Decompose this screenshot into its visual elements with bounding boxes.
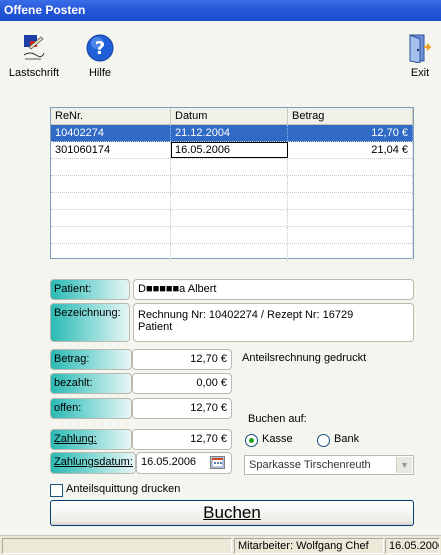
bezeichnung-field[interactable]: Rechnung Nr: 10402274 / Rezept Nr: 16729… [133, 303, 414, 342]
empty-row [51, 176, 413, 193]
chevron-down-icon[interactable]: ▼ [396, 457, 412, 473]
bank-radio[interactable] [317, 434, 330, 447]
bezahlt-field[interactable]: 0,00 € [132, 373, 232, 394]
bezeichnung-line-1: Rechnung Nr: 10402274 / Rezept Nr: 16729 [138, 309, 354, 321]
kasse-radio[interactable] [245, 434, 258, 447]
bank-label: Bank [334, 433, 360, 445]
bezeichnung-label: Bezeichnung: [50, 303, 130, 342]
status-bar: Mitarbeiter: Wolfgang Chef 16.05.2006 [0, 535, 441, 555]
table-row[interactable]: 10402274 21.12.2004 12,70 € [51, 125, 413, 142]
bezeichnung-line-2: Patient [138, 321, 173, 333]
column-header-renr[interactable]: ReNr. [51, 108, 171, 124]
bezahlt-label: bezahlt: [50, 373, 132, 394]
bank-select-value: Sparkasse Tirschenreuth [249, 459, 371, 471]
empty-row [51, 193, 413, 210]
betrag-label: Betrag: [50, 349, 132, 370]
offen-field[interactable]: 12,70 € [132, 398, 232, 419]
table-row[interactable]: 301060174 16.05.2006 21,04 € [51, 142, 413, 159]
exit-label: Exit [410, 67, 430, 79]
anteilsquittung-label: Anteilsquittung drucken [66, 483, 181, 495]
window-title: Offene Posten [0, 0, 441, 21]
status-date: 16.05.2006 [385, 538, 440, 554]
empty-row [51, 227, 413, 244]
lastschrift-button[interactable]: Lastschrift [8, 33, 60, 79]
toolbar: Lastschrift ? Hilfe Exit [0, 21, 441, 91]
anteilsrechnung-status: Anteilsrechnung gedruckt [242, 352, 367, 364]
zahlung-input[interactable]: 12,70 € [132, 429, 232, 450]
cell-datum: 21.12.2004 [171, 125, 288, 141]
zahlungsdatum-value: 16.05.2006 [141, 456, 197, 468]
cell-betrag: 12,70 € [288, 125, 413, 141]
door-exit-icon [409, 34, 432, 63]
patient-field[interactable]: D■■■■■a Albert [133, 279, 414, 300]
column-header-datum[interactable]: Datum [171, 108, 288, 124]
status-mitarbeiter: Mitarbeiter: Wolfgang Chef [234, 538, 384, 554]
patient-label: Patient: [50, 279, 130, 300]
buchen-button-label: Buchen [203, 503, 261, 522]
empty-row [51, 210, 413, 227]
calendar-icon[interactable] [210, 456, 225, 469]
exit-button[interactable]: Exit [402, 33, 438, 79]
offene-posten-table[interactable]: ReNr. Datum Betrag 10402274 21.12.2004 1… [50, 107, 414, 261]
cell-renr: 301060174 [51, 142, 171, 158]
buchen-button[interactable]: Buchen [50, 500, 414, 526]
lastschrift-icon [23, 35, 45, 60]
cell-renr: 10402274 [51, 125, 171, 141]
empty-row [51, 159, 413, 176]
status-pane-empty [2, 538, 232, 554]
anteilsquittung-checkbox[interactable] [50, 484, 63, 497]
hilfe-label: Hilfe [88, 67, 111, 79]
betrag-field[interactable]: 12,70 € [132, 349, 232, 370]
cell-datum: 16.05.2006 [171, 142, 288, 158]
lastschrift-label: Lastschrift [8, 67, 60, 79]
hilfe-button[interactable]: ? Hilfe [80, 33, 120, 79]
zahlung-label: Zahlung: [50, 429, 132, 450]
buchen-auf-label: Buchen auf: [248, 413, 307, 425]
cell-betrag: 21,04 € [288, 142, 413, 158]
svg-text:?: ? [95, 38, 105, 59]
kasse-label: Kasse [262, 433, 293, 445]
bank-select[interactable]: Sparkasse Tirschenreuth ▼ [244, 455, 414, 475]
column-header-betrag[interactable]: Betrag [288, 108, 413, 124]
help-icon: ? [86, 34, 114, 62]
zahlungsdatum-label: Zahlungsdatum: [50, 452, 136, 474]
offen-label: offen: [50, 398, 132, 419]
table-header: ReNr. Datum Betrag [51, 108, 413, 125]
empty-row [51, 244, 413, 261]
